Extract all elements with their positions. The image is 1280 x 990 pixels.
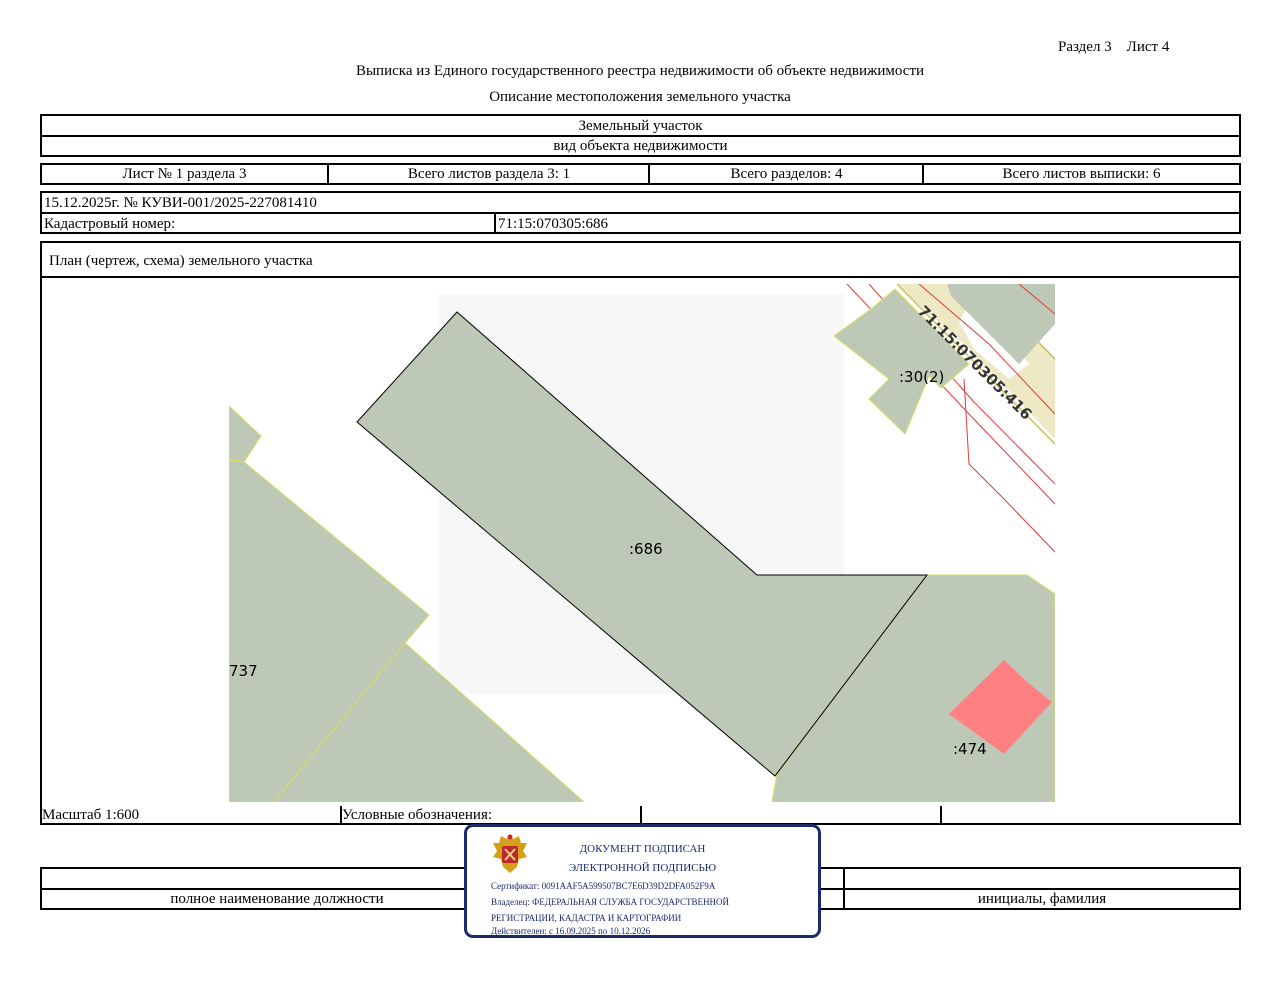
divider	[940, 806, 942, 823]
label-474-visible: :474	[953, 740, 987, 758]
sheet-number: Лист № 1 раздела 3	[122, 165, 247, 182]
divider	[640, 806, 642, 823]
document-subtitle: Описание местоположения земельного участ…	[489, 89, 791, 105]
object-type-caption: вид объекта недвижимости	[553, 138, 728, 154]
total-sections: Всего разделов: 4	[730, 165, 843, 182]
stamp-valid: Действителен: с 16.09.2025 по 10.12.2026	[491, 926, 651, 936]
position-caption: полное наименование должности	[170, 891, 384, 907]
label-686: :686	[629, 540, 663, 558]
cadastral-label: Кадастровый номер:	[44, 216, 176, 232]
legend-label: Условные обозначения:	[342, 807, 493, 823]
divider	[494, 212, 496, 232]
divider	[42, 212, 1239, 214]
label-737: 737	[229, 662, 258, 680]
scale-legend-row: Масштаб 1:600 Условные обозначения:	[40, 806, 1241, 825]
stamp-certificate: Сертификат: 0091AAF5A599507BC7E6D39D2DFA…	[491, 881, 716, 891]
stamp-owner-line-2: РЕГИСТРАЦИИ, КАДАСТРА И КАРТОГРАФИИ	[491, 913, 682, 923]
section-sheet-label: Раздел 3 Лист 4	[1058, 39, 1170, 55]
object-type-value: Земельный участок	[578, 117, 703, 134]
total-extract-sheets: Всего листов выписки: 6	[1002, 165, 1161, 182]
stamp-line-1: ДОКУМЕНТ ПОДПИСАН	[579, 843, 706, 855]
plan-title: План (чертеж, схема) земельного участка	[49, 253, 313, 269]
cadastral-value: 71:15:070305:686	[498, 216, 609, 232]
record-box: 15.12.2025г. № КУВИ-001/2025-227081410 К…	[40, 191, 1241, 234]
name-caption: инициалы, фамилия	[977, 891, 1107, 907]
electronic-signature-stamp: ДОКУМЕНТ ПОДПИСАН ЭЛЕКТРОННОЙ ПОДПИСЬЮ С…	[464, 824, 821, 938]
plan-box: План (чертеж, схема) земельного участка	[40, 241, 1241, 825]
object-type-box: Земельный участок вид объекта недвижимос…	[40, 114, 1241, 157]
sheet-info-row: Лист № 1 раздела 3 Всего листов раздела …	[40, 163, 1241, 185]
document-title: Выписка из Единого государственного реес…	[355, 63, 925, 79]
scale-label: Масштаб 1:600	[42, 807, 140, 823]
divider	[42, 276, 1239, 278]
stamp-line-2: ЭЛЕКТРОННОЙ ПОДПИСЬЮ	[568, 862, 717, 874]
total-section-sheets: Всего листов раздела 3: 1	[407, 165, 571, 182]
plan-map: :686 :30(2) 737 71:15:070305:416 :474 71…	[229, 284, 1055, 802]
record-date-number: 15.12.2025г. № КУВИ-001/2025-227081410	[44, 195, 317, 211]
stamp-owner-line-1: Владелец: ФЕДЕРАЛЬНАЯ СЛУЖБА ГОСУДАРСТВЕ…	[491, 897, 730, 907]
label-30-2: :30(2)	[899, 368, 944, 386]
